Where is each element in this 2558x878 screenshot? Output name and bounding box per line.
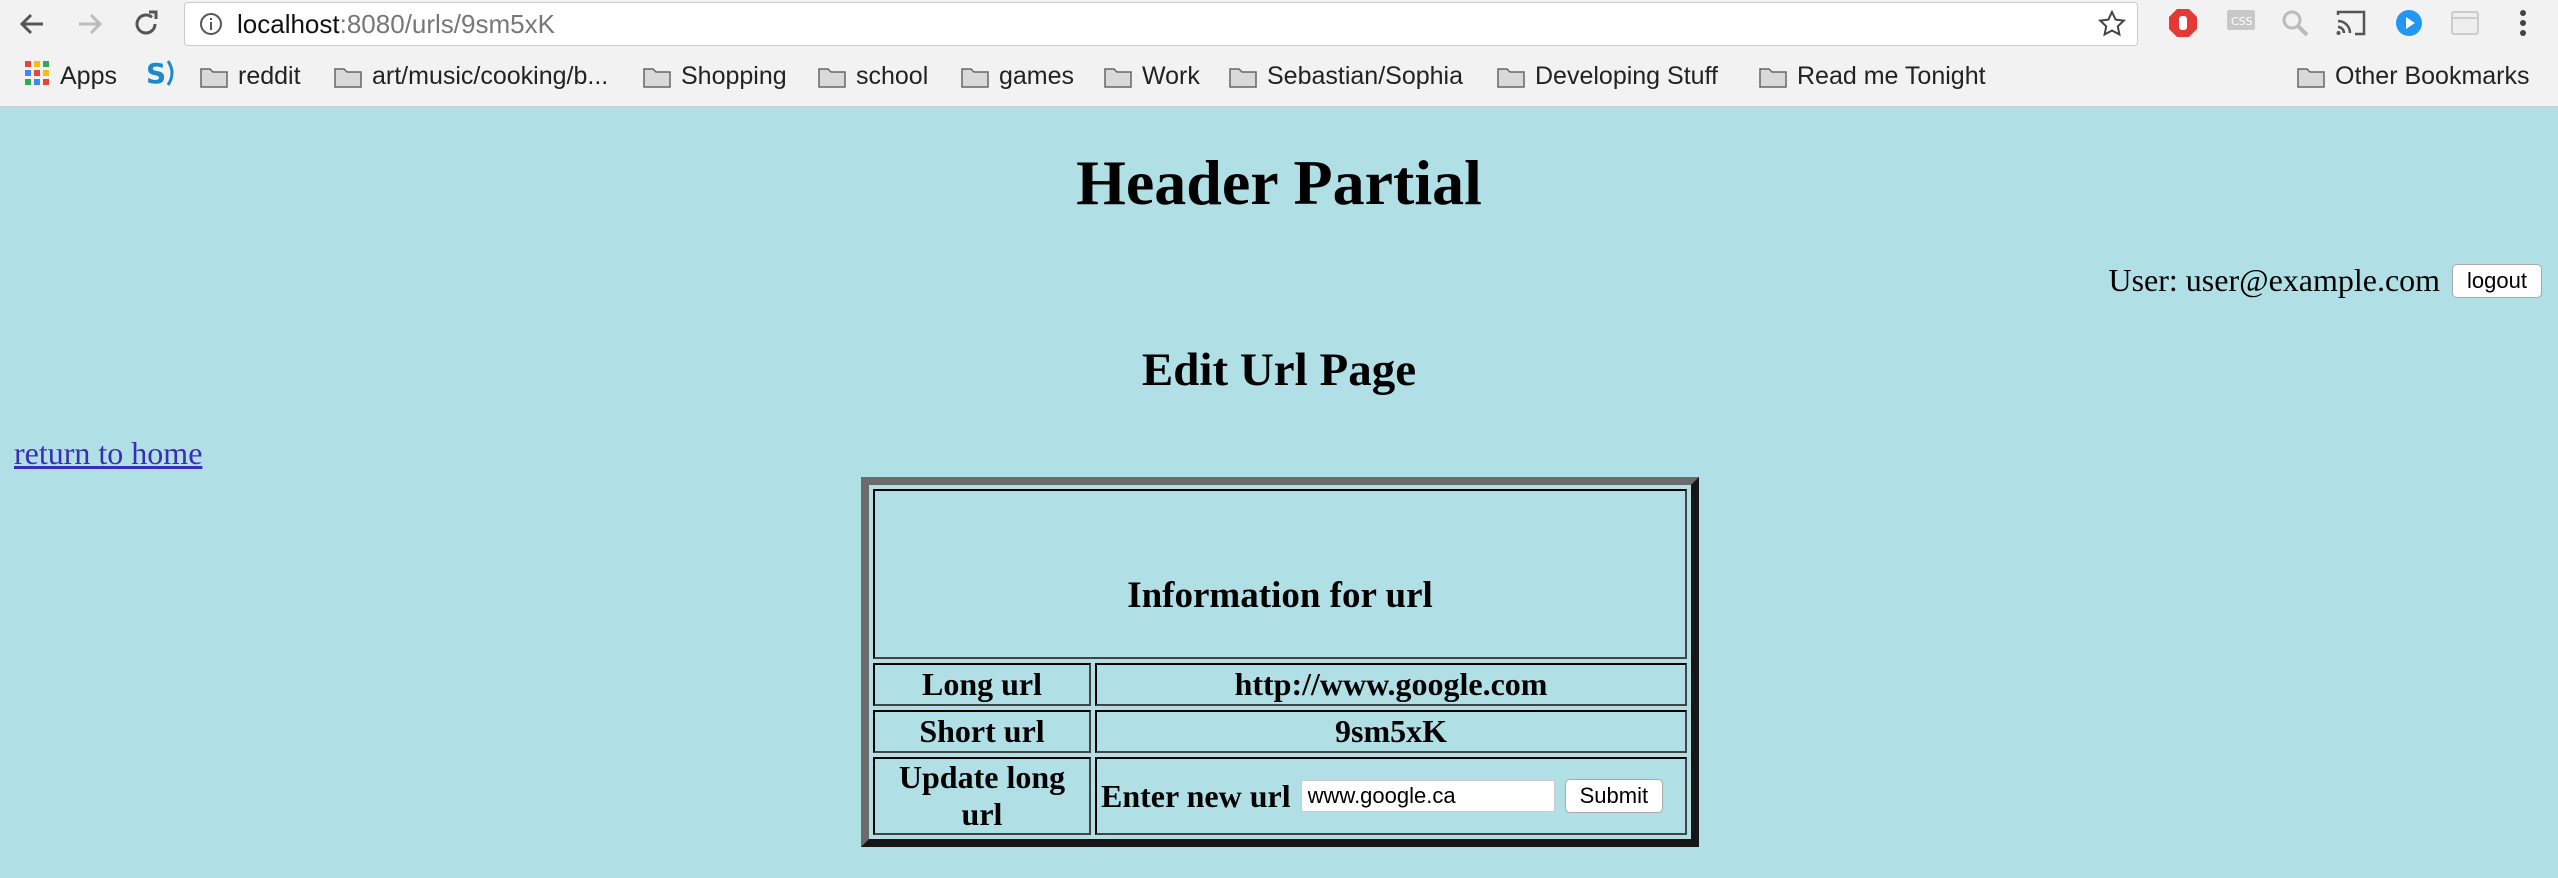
url-text: localhost:8080/urls/9sm5xK bbox=[237, 9, 555, 39]
bookmark-art-music-cooking[interactable]: art/music/cooking/b... bbox=[334, 60, 608, 92]
bookmark-school[interactable]: school bbox=[818, 60, 928, 92]
bookmark-star-icon[interactable] bbox=[2097, 9, 2127, 44]
return-home-link[interactable]: return to home bbox=[14, 435, 202, 472]
page-title: Header Partial bbox=[1076, 147, 1482, 218]
new-url-input[interactable] bbox=[1300, 780, 1555, 812]
short-url-label: Short url bbox=[873, 710, 1091, 753]
bookmark-shopping[interactable]: Shopping bbox=[643, 60, 787, 92]
bookmark-sebastian-sophia[interactable]: Sebastian/Sophia bbox=[1229, 60, 1463, 92]
folder-icon bbox=[334, 66, 362, 88]
table-row: Long url http://www.google.com bbox=[873, 663, 1687, 706]
adblock-extension-icon[interactable] bbox=[2166, 6, 2200, 40]
update-url-cell: Enter new url Submit bbox=[1095, 757, 1687, 835]
info-icon[interactable] bbox=[199, 12, 223, 41]
address-bar[interactable]: localhost:8080/urls/9sm5xK bbox=[184, 2, 2138, 46]
table-row: Short url 9sm5xK bbox=[873, 710, 1687, 753]
bookmark-label: Apps bbox=[60, 61, 117, 90]
folder-icon bbox=[643, 66, 671, 88]
svg-text:S: S bbox=[146, 57, 166, 89]
apps-grid-icon bbox=[24, 60, 50, 93]
folder-icon bbox=[1104, 66, 1132, 88]
short-url-value: 9sm5xK bbox=[1095, 710, 1687, 753]
user-label: User: user@example.com bbox=[2108, 262, 2441, 298]
bookmark-apps[interactable]: Apps bbox=[24, 60, 117, 92]
menu-dots-icon[interactable] bbox=[2506, 6, 2540, 40]
update-url-form: Enter new url Submit bbox=[1099, 778, 1683, 815]
folder-icon bbox=[1497, 66, 1525, 88]
table-row: Update long url Enter new url Submit bbox=[873, 757, 1687, 835]
bookmark-label: reddit bbox=[238, 61, 301, 90]
bookmark-reddit[interactable]: reddit bbox=[200, 60, 301, 92]
bookmark-games[interactable]: games bbox=[961, 60, 1074, 92]
s-logo-icon: S bbox=[144, 57, 178, 96]
enter-new-url-label: Enter new url bbox=[1101, 777, 1291, 814]
bookmark-work[interactable]: Work bbox=[1104, 60, 1200, 92]
folder-icon bbox=[961, 66, 989, 88]
bookmark-s-logo[interactable]: S bbox=[144, 57, 178, 92]
svg-text:CSS: CSS bbox=[2231, 15, 2253, 28]
folder-icon bbox=[1229, 66, 1257, 88]
bookmark-label: school bbox=[856, 61, 929, 90]
play-extension-icon[interactable] bbox=[2392, 6, 2426, 40]
bookmark-other-bookmarks[interactable]: Other Bookmarks bbox=[2297, 60, 2530, 92]
update-url-label: Update long url bbox=[873, 757, 1091, 835]
submit-button[interactable]: Submit bbox=[1564, 779, 1664, 813]
bookmark-label: Sebastian/Sophia bbox=[1267, 61, 1463, 90]
bookmark-developing-stuff[interactable]: Developing Stuff bbox=[1497, 60, 1718, 92]
forward-icon[interactable] bbox=[72, 6, 108, 42]
reload-icon[interactable] bbox=[128, 6, 164, 42]
back-icon[interactable] bbox=[14, 6, 50, 42]
bookmark-label: Shopping bbox=[681, 61, 787, 90]
cast-icon[interactable] bbox=[2334, 6, 2368, 40]
bookmark-label: Read me Tonight bbox=[1797, 61, 1986, 90]
url-info-table: Information for url Long url http://www.… bbox=[861, 477, 1699, 847]
edit-page-title: Edit Url Page bbox=[1141, 344, 1417, 396]
table-caption: Information for url bbox=[873, 489, 1687, 659]
bookmark-read-me-tonight[interactable]: Read me Tonight bbox=[1759, 60, 1986, 92]
folder-icon bbox=[2297, 66, 2325, 88]
css-extension-icon[interactable]: CSS bbox=[2224, 6, 2258, 40]
long-url-label: Long url bbox=[873, 663, 1091, 706]
folder-icon bbox=[200, 66, 228, 88]
folder-icon bbox=[1759, 66, 1787, 88]
user-bar: User: user@example.com logout bbox=[2108, 262, 2542, 299]
bookmark-label: Work bbox=[1142, 61, 1200, 90]
folder-icon bbox=[818, 66, 846, 88]
long-url-value: http://www.google.com bbox=[1095, 663, 1687, 706]
inspect-extension-icon[interactable] bbox=[2278, 6, 2312, 40]
window-extension-icon[interactable] bbox=[2448, 6, 2482, 40]
bookmark-label: art/music/cooking/b... bbox=[372, 61, 609, 90]
bookmark-label: games bbox=[999, 61, 1075, 90]
bookmark-label: Developing Stuff bbox=[1535, 61, 1718, 90]
bookmark-label: Other Bookmarks bbox=[2335, 61, 2530, 90]
logout-button[interactable]: logout bbox=[2452, 263, 2542, 298]
browser-chrome: localhost:8080/urls/9sm5xK CSS Apps S re… bbox=[0, 0, 2558, 107]
